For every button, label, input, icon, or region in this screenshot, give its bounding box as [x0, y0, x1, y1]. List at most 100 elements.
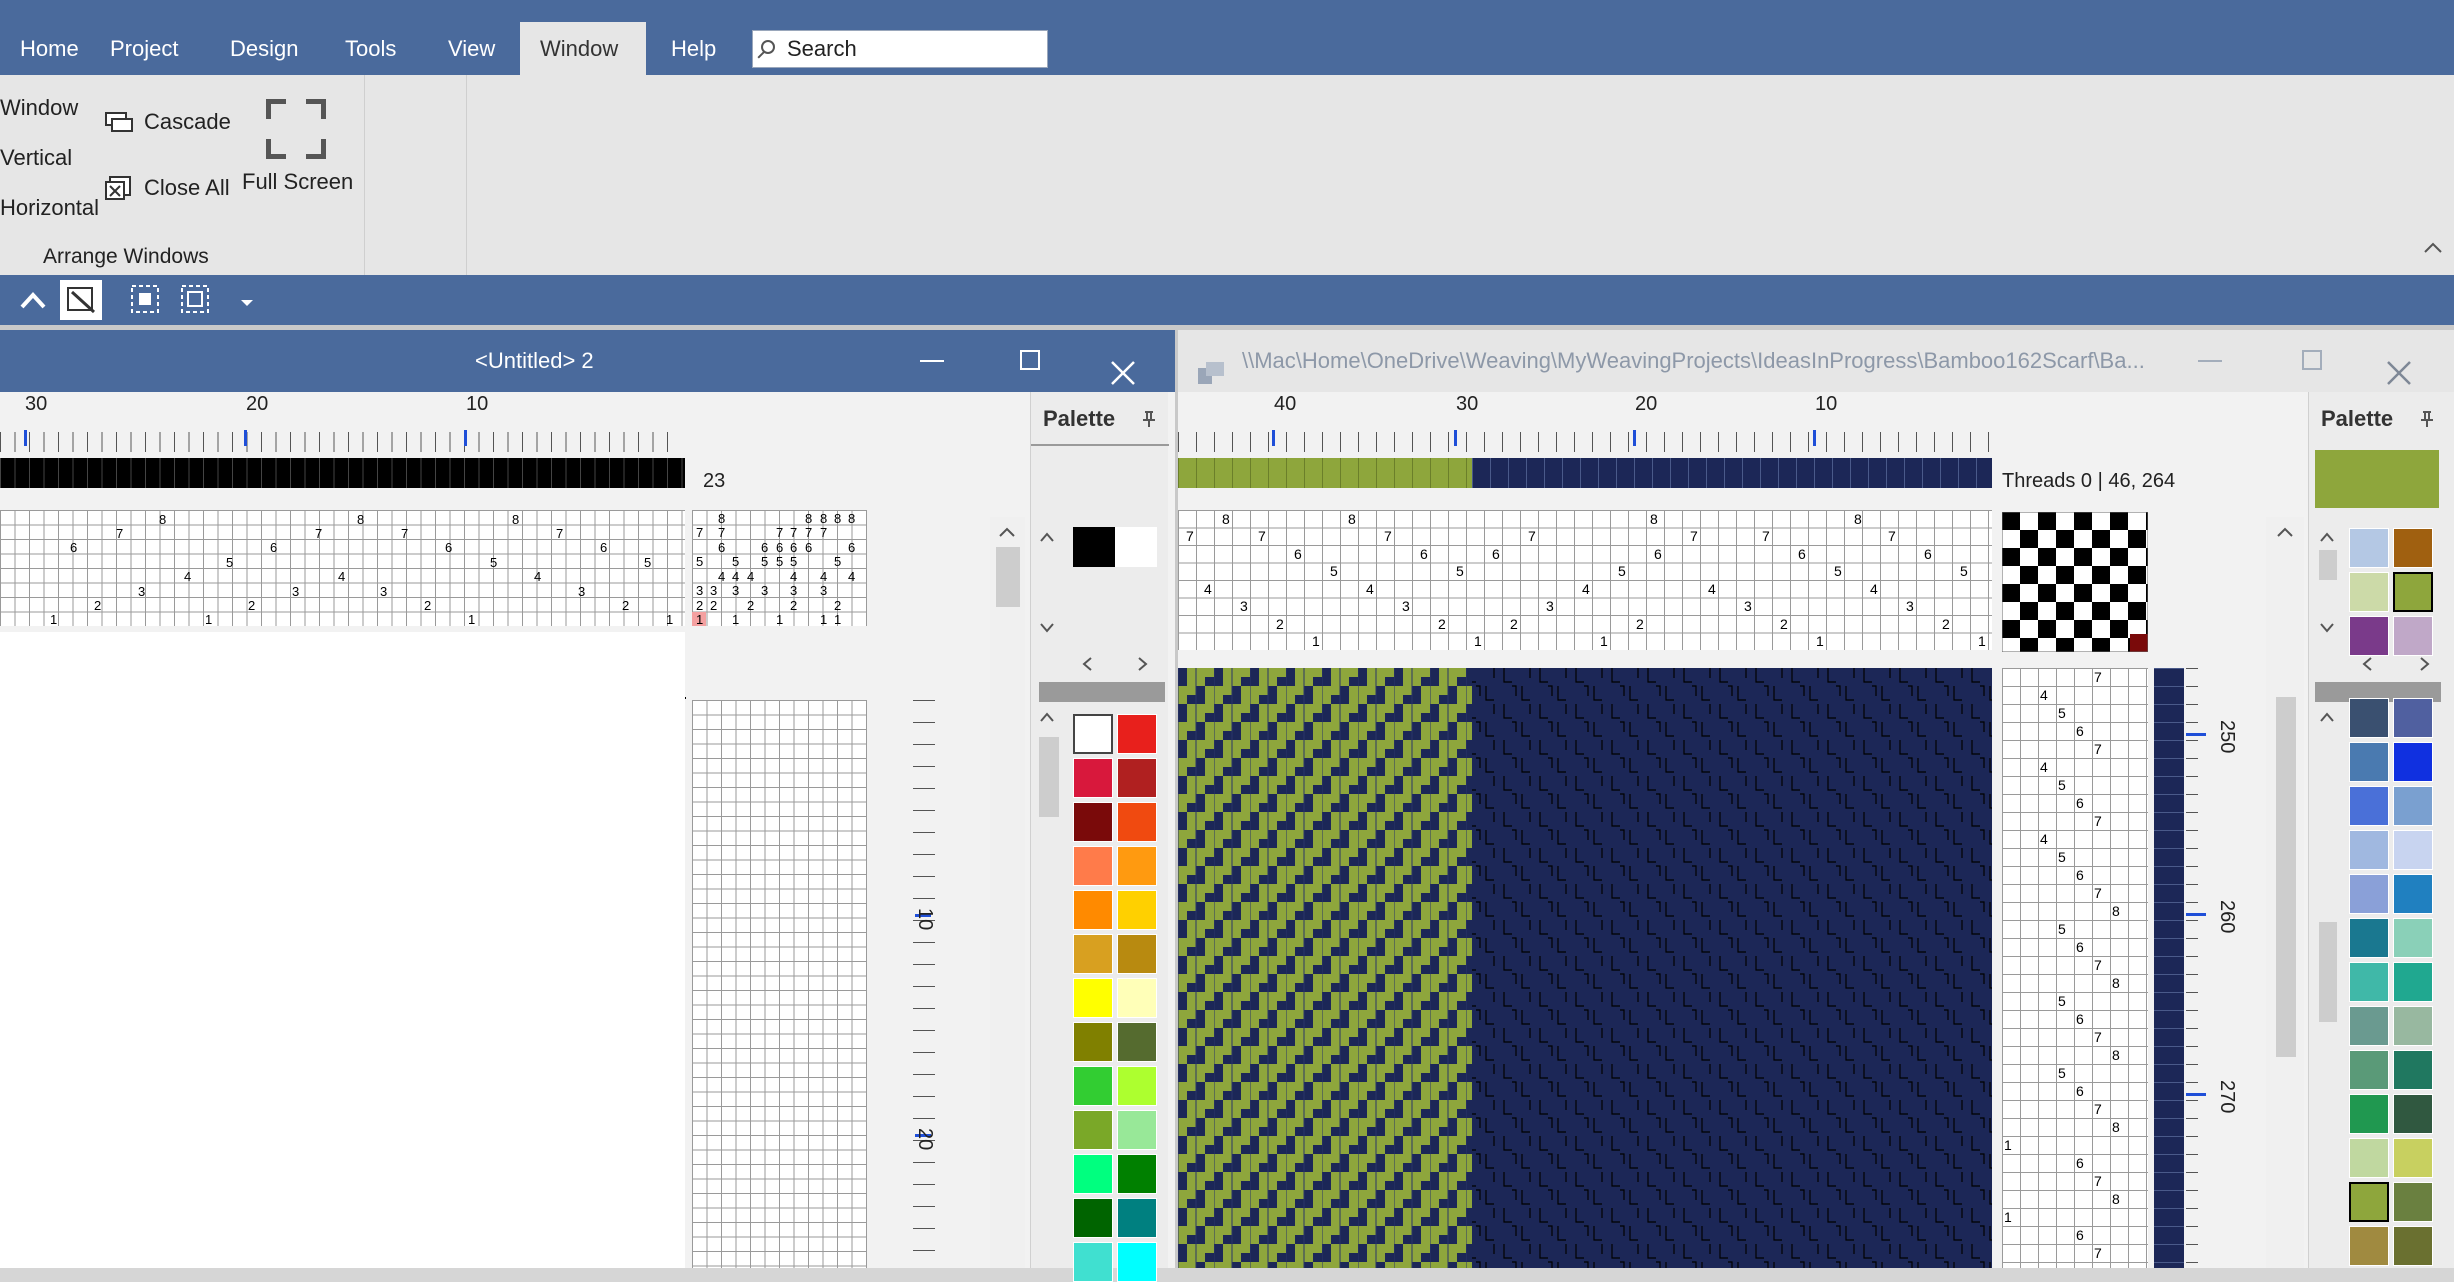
color-swatch[interactable] [2349, 1182, 2389, 1222]
color-swatch[interactable] [2349, 1226, 2389, 1266]
palette-scroll-thumb[interactable] [2319, 550, 2337, 580]
tab-help[interactable]: Help [651, 22, 736, 75]
color-swatch[interactable] [2393, 1006, 2433, 1046]
color-swatch[interactable] [1117, 1154, 1157, 1194]
color-swatch[interactable] [1073, 978, 1113, 1018]
color-swatch[interactable] [1073, 714, 1113, 754]
scroll-down-icon[interactable] [2319, 620, 2335, 633]
color-swatch[interactable] [1117, 1110, 1157, 1150]
color-swatch[interactable] [2349, 830, 2389, 870]
color-swatch[interactable] [2349, 698, 2389, 738]
minimize-icon[interactable] [2198, 360, 2222, 362]
color-swatch[interactable] [2393, 1182, 2433, 1222]
color-swatch[interactable] [2349, 572, 2389, 612]
warp-color-strip-green[interactable] [1178, 458, 1472, 488]
color-swatch[interactable] [1073, 1110, 1113, 1150]
color-swatch[interactable] [2349, 616, 2389, 656]
selected-color-swatch[interactable] [2393, 572, 2433, 612]
color-swatch[interactable] [2349, 962, 2389, 1002]
scroll-up-icon[interactable] [2319, 530, 2335, 542]
color-swatch[interactable] [1073, 1198, 1113, 1238]
color-swatch[interactable] [2393, 962, 2433, 1002]
warp-color-strip[interactable] [0, 458, 685, 488]
color-swatch[interactable] [2393, 830, 2433, 870]
color-swatch[interactable] [1117, 846, 1157, 886]
color-swatch[interactable] [1073, 1154, 1113, 1194]
chevron-right-icon[interactable] [1137, 656, 1149, 672]
color-swatch[interactable] [1073, 934, 1113, 974]
color-swatch[interactable] [2349, 874, 2389, 914]
pin-icon[interactable] [2419, 410, 2435, 428]
chevron-left-icon[interactable] [2361, 656, 2373, 672]
color-swatch[interactable] [2349, 1006, 2389, 1046]
scroll-up-icon[interactable] [1039, 530, 1055, 542]
tile-horizontal-button[interactable]: Horizontal [0, 195, 99, 221]
maximize-icon[interactable] [1020, 350, 1040, 370]
close-icon[interactable] [1110, 348, 1136, 385]
color-swatch[interactable] [2349, 1050, 2389, 1090]
color-swatch[interactable] [1117, 978, 1157, 1018]
color-swatch[interactable] [2393, 918, 2433, 958]
tieup-grid[interactable] [2001, 511, 2149, 653]
color-swatch[interactable] [1073, 1022, 1113, 1062]
color-swatch[interactable] [2393, 1138, 2433, 1178]
draw-tool-icon[interactable] [60, 280, 102, 320]
threading-grid[interactable]: 8 8 8 7 7 7 7 6 6 6 6 5 5 5 4 4 4 3 3 3 3 2 2 2 2 1 1 1 1 [0, 510, 685, 626]
color-swatch[interactable] [1073, 758, 1113, 798]
color-swatch[interactable] [1073, 527, 1115, 567]
close-icon[interactable] [2386, 348, 2412, 385]
close-all-button[interactable]: Close All [144, 175, 230, 201]
search-input[interactable]: Search [752, 30, 1048, 68]
color-swatch[interactable] [1073, 846, 1113, 886]
full-screen-button[interactable]: Full Screen [242, 169, 353, 195]
color-swatch[interactable] [1115, 527, 1157, 567]
color-swatch[interactable] [2393, 786, 2433, 826]
color-swatch[interactable] [1117, 758, 1157, 798]
minimize-icon[interactable] [920, 360, 944, 362]
tab-tools[interactable]: Tools [325, 22, 416, 75]
color-swatch[interactable] [2393, 1094, 2433, 1134]
color-swatch[interactable] [2349, 528, 2389, 568]
color-swatch[interactable] [2393, 742, 2433, 782]
tile-vertical-button[interactable]: Vertical [0, 145, 72, 171]
color-swatch[interactable] [1117, 1242, 1157, 1282]
pin-icon[interactable] [1141, 410, 1157, 428]
collapse-ribbon-icon[interactable] [2423, 240, 2443, 254]
color-swatch[interactable] [1073, 1242, 1113, 1282]
color-swatch[interactable] [1117, 714, 1157, 754]
tab-home[interactable]: Home [0, 22, 99, 75]
palette-scroll-thumb[interactable] [2319, 922, 2337, 1022]
color-swatch[interactable] [2393, 874, 2433, 914]
select-box-icon[interactable] [130, 284, 160, 314]
new-window-button[interactable]: Window [0, 95, 78, 121]
maximize-icon[interactable] [2302, 350, 2322, 370]
scroll-up-icon[interactable] [998, 525, 1016, 537]
treadling-grid[interactable]: 74567 4567 45678 5678 5678 5678 1678 167 [2002, 668, 2148, 1268]
color-swatch[interactable] [1117, 1198, 1157, 1238]
scroll-up-icon[interactable] [2319, 710, 2335, 722]
scroll-down-icon[interactable] [1039, 620, 1055, 633]
color-swatch[interactable] [2393, 1226, 2433, 1266]
palette-splitter[interactable] [1039, 682, 1165, 702]
drawdown-area[interactable] [0, 632, 685, 1268]
chevron-right-icon[interactable] [2419, 656, 2431, 672]
threading-grid[interactable]: 8 8 8 8 7 7 7 7 7 7 7 6 6 6 6 6 6 5 5 5 5 5 4 4 4 4 4 3 3 3 3 3 2 2… [1178, 510, 1992, 650]
tab-project[interactable]: Project [90, 22, 198, 75]
color-swatch[interactable] [2393, 1050, 2433, 1090]
chevron-down-icon[interactable] [240, 295, 254, 306]
color-swatch[interactable] [2349, 1138, 2389, 1178]
color-swatch[interactable] [1117, 1022, 1157, 1062]
color-swatch[interactable] [1073, 802, 1113, 842]
scroll-up-icon[interactable] [1039, 710, 1055, 722]
palette-scroll-thumb[interactable] [1039, 737, 1059, 817]
window2-vertical-scrollbar[interactable] [2266, 517, 2304, 1268]
color-swatch[interactable] [2349, 1094, 2389, 1134]
color-swatch[interactable] [2393, 616, 2433, 656]
tab-design[interactable]: Design [210, 22, 318, 75]
drawdown-area[interactable] [1178, 668, 1992, 1268]
color-swatch[interactable] [1073, 1066, 1113, 1106]
treadling-grid[interactable] [692, 700, 867, 1268]
color-swatch[interactable] [1117, 890, 1157, 930]
window1-vertical-scrollbar[interactable] [990, 517, 1025, 1268]
tab-window[interactable]: Window [520, 22, 646, 75]
